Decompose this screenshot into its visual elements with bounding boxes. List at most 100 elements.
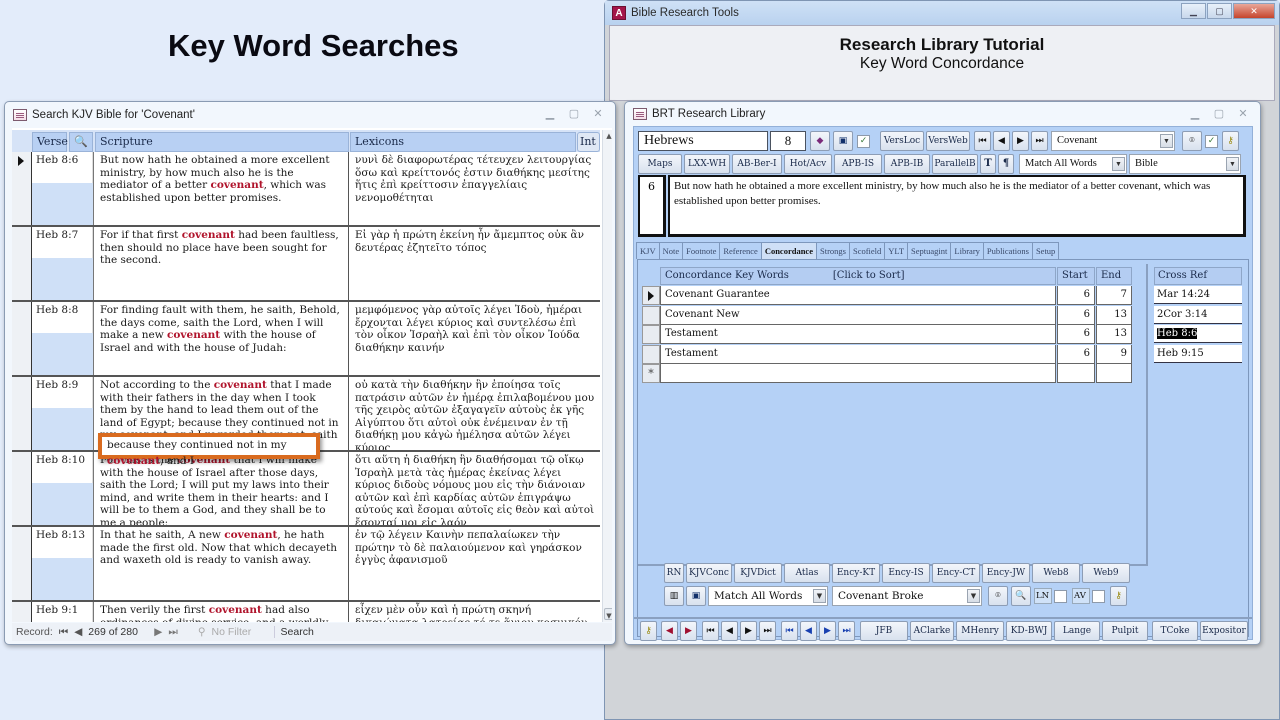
search-button[interactable]: ⌾ bbox=[1182, 131, 1202, 151]
tab-septuagint[interactable]: Septuagint bbox=[907, 242, 952, 259]
start-cell[interactable]: 6 bbox=[1057, 344, 1095, 364]
kjvconc-button[interactable]: KJVConc bbox=[686, 563, 732, 583]
maps-button[interactable]: Maps bbox=[638, 154, 682, 174]
lexicon-cell[interactable]: ἐν τῷ λέγειν Καινὴν πεπαλαίωκεν τὴν πρώτ… bbox=[350, 527, 600, 600]
prev-book-button[interactable]: ◀ bbox=[800, 621, 817, 641]
verse-cell[interactable]: Heb 8:7 bbox=[32, 227, 94, 300]
cross-ref-item[interactable]: Heb 8:6 bbox=[1154, 325, 1242, 343]
rn-button[interactable]: RN bbox=[664, 563, 684, 583]
parallelb-button[interactable]: ParallelB bbox=[932, 154, 978, 174]
next-verse-button[interactable]: ▶ bbox=[740, 621, 757, 641]
tab-setup[interactable]: Setup bbox=[1031, 242, 1060, 259]
vertical-scrollbar[interactable]: ▲ ▼ bbox=[602, 130, 612, 622]
close-button[interactable]: ✕ bbox=[1233, 3, 1275, 19]
first-chapter-button[interactable]: ⏮ bbox=[974, 131, 991, 151]
key-word-cell[interactable]: Covenant Guarantee bbox=[660, 286, 1056, 305]
versweb-button[interactable]: VersWeb bbox=[926, 131, 970, 151]
kjvdict-button[interactable]: KJVDict bbox=[734, 563, 782, 583]
column-header-key-words[interactable]: Concordance Key Words [Click to Sort] bbox=[660, 267, 1056, 285]
tab-publications[interactable]: Publications bbox=[982, 242, 1033, 259]
ency-kt-button[interactable]: Ency-KT bbox=[832, 563, 880, 583]
next-record-icon[interactable]: ▶ bbox=[154, 626, 162, 638]
last-verse-button[interactable]: ⏭ bbox=[759, 621, 776, 641]
bottom-search-button[interactable]: ⌾ bbox=[988, 586, 1008, 606]
table-row[interactable]: Heb 8:6 But now hath he obtained a more e… bbox=[12, 152, 600, 227]
tab-strongs[interactable]: Strongs bbox=[815, 242, 850, 259]
key-word-cell[interactable]: Testament bbox=[660, 325, 1056, 344]
row-selector[interactable] bbox=[12, 377, 32, 450]
verse-cell[interactable]: Heb 8:10 bbox=[32, 452, 94, 525]
search-option-checkbox[interactable]: ✓ bbox=[1205, 135, 1218, 148]
mhenry-commentary-button[interactable]: MHenry bbox=[956, 621, 1004, 641]
next-book-button[interactable]: ▶ bbox=[819, 621, 836, 641]
minimize-button[interactable]: ▁ bbox=[539, 105, 561, 121]
column-header-start[interactable]: Start bbox=[1057, 267, 1095, 285]
option-checkbox[interactable]: ✓ bbox=[857, 135, 870, 148]
tab-reference[interactable]: Reference bbox=[719, 242, 762, 259]
hot-acv-button[interactable]: Hot/Acv bbox=[784, 154, 832, 174]
row-selector[interactable] bbox=[12, 527, 32, 600]
table-row[interactable]: Heb 8:10For this is the covenant that I … bbox=[12, 452, 600, 527]
aclarke-commentary-button[interactable]: AClarke bbox=[910, 621, 954, 641]
verse-cell[interactable]: Heb 8:13 bbox=[32, 527, 94, 600]
table-row[interactable]: Heb 9:1 Then verily the first covenant ha… bbox=[12, 602, 600, 622]
scripture-cell[interactable]: For if that first covenant had been faul… bbox=[95, 227, 349, 300]
apb-is-button[interactable]: APB-IS bbox=[834, 154, 882, 174]
back-button[interactable]: ◀ bbox=[661, 621, 678, 641]
prev-record-icon[interactable]: ◀ bbox=[74, 626, 82, 638]
concordance-row[interactable]: Covenant Guarantee 6 7 bbox=[638, 286, 1138, 305]
verse-cell[interactable]: Heb 8:9 bbox=[32, 377, 94, 450]
help-button[interactable]: ⚷ bbox=[1222, 131, 1239, 151]
scripture-cell[interactable]: For finding fault with them, he saith, B… bbox=[95, 302, 349, 375]
start-cell[interactable]: 6 bbox=[1057, 305, 1095, 325]
row-selector[interactable] bbox=[642, 305, 660, 325]
tab-footnote[interactable]: Footnote bbox=[682, 242, 721, 259]
maximize-button[interactable]: ▢ bbox=[1208, 105, 1230, 121]
maximize-button[interactable]: ▢ bbox=[563, 105, 585, 121]
end-cell[interactable]: 9 bbox=[1096, 344, 1132, 364]
end-cell[interactable]: 13 bbox=[1096, 305, 1132, 325]
column-header-verse[interactable]: Verse bbox=[32, 132, 68, 152]
row-selector[interactable] bbox=[642, 286, 660, 305]
ency-jw-button[interactable]: Ency-JW bbox=[982, 563, 1030, 583]
column-header-lexicons[interactable]: Lexicons bbox=[350, 132, 576, 152]
start-cell[interactable]: 6 bbox=[1057, 286, 1095, 305]
tab-kjv[interactable]: KJV bbox=[636, 242, 660, 259]
new-end-cell[interactable] bbox=[1096, 364, 1132, 383]
bottom-search-combo[interactable]: Covenant Broke ▼ bbox=[832, 586, 982, 606]
tab-scofield[interactable]: Scofield bbox=[848, 242, 886, 259]
lexicon-cell[interactable]: μεμφόμενος γὰρ αὐτοῖς λέγει Ἰδοὺ, ἡμέραι… bbox=[350, 302, 600, 375]
lexicon-cell[interactable]: ὅτι αὕτη ἡ διαθήκη ἣν διαθήσομαι τῷ οἴκῳ… bbox=[350, 452, 600, 525]
close-button[interactable]: ✕ bbox=[1232, 105, 1254, 121]
concordance-row[interactable]: Testament 6 13 bbox=[638, 325, 1138, 344]
match-mode-combo[interactable]: Match All Words ▼ bbox=[1019, 154, 1127, 174]
help-key-button[interactable]: ⚷ bbox=[640, 621, 657, 641]
end-cell[interactable]: 13 bbox=[1096, 325, 1132, 344]
maximize-button[interactable]: ▢ bbox=[1207, 3, 1232, 19]
verse-cell[interactable]: Heb 8:6 bbox=[32, 152, 94, 225]
dropdown-arrow-icon[interactable]: ▼ bbox=[967, 589, 980, 603]
row-selector[interactable] bbox=[12, 227, 32, 300]
last-chapter-button[interactable]: ⏭ bbox=[1031, 131, 1048, 151]
close-button[interactable]: ✕ bbox=[587, 105, 609, 121]
help-button-2[interactable]: ⚷ bbox=[1110, 586, 1127, 606]
atlas-button[interactable]: Atlas bbox=[784, 563, 830, 583]
lexicon-cell[interactable]: οὐ κατὰ τὴν διαθήκην ἣν ἐποίησα τοῖς πατ… bbox=[350, 377, 600, 450]
column-header-scripture[interactable]: Scripture bbox=[95, 132, 349, 152]
prev-verse-button[interactable]: ◀ bbox=[721, 621, 738, 641]
search-box[interactable]: Search bbox=[273, 626, 314, 638]
tab-library[interactable]: Library bbox=[950, 242, 984, 259]
first-book-button[interactable]: ⏮ bbox=[781, 621, 798, 641]
paragraph-button[interactable]: ¶ bbox=[998, 154, 1014, 174]
concordance-row[interactable]: Testament 6 9 bbox=[638, 344, 1138, 364]
record-position-field[interactable]: 269 of 280 bbox=[88, 626, 148, 638]
key-word-cell[interactable]: Testament bbox=[660, 344, 1056, 364]
table-row[interactable]: Heb 8:7 For if that first covenant had be… bbox=[12, 227, 600, 302]
row-selector[interactable] bbox=[12, 152, 32, 225]
int-button[interactable]: Int bbox=[577, 132, 600, 152]
verse-cell[interactable]: Heb 9:1 bbox=[32, 602, 94, 622]
row-selector[interactable] bbox=[12, 302, 32, 375]
minimize-button[interactable]: ▁ bbox=[1184, 105, 1206, 121]
lxx-wh-button[interactable]: LXX-WH bbox=[684, 154, 730, 174]
cross-ref-item[interactable]: 2Cor 3:14 bbox=[1154, 305, 1242, 324]
